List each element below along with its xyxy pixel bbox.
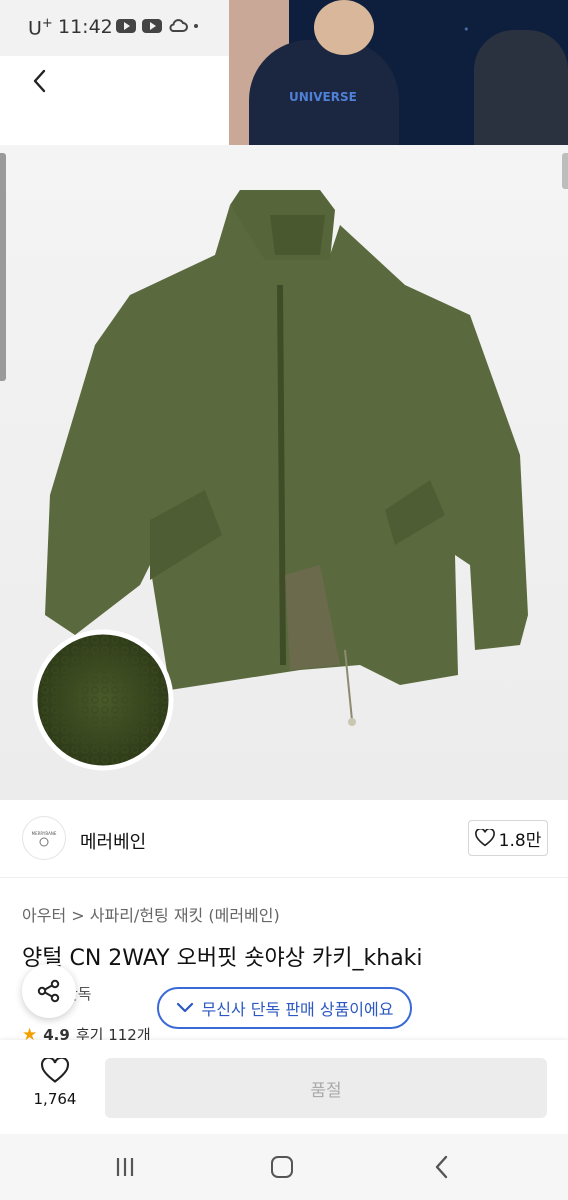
soldout-button[interactable]: 품절 xyxy=(105,1058,547,1118)
brand-crest-icon: MERRYBANE xyxy=(32,831,57,847)
pip-shirt-text: UNIVERSE xyxy=(289,90,357,104)
product-title: 양털 CN 2WAY 오버핏 숏야상 카키_khaki xyxy=(22,946,423,971)
breadcrumb-separator: > xyxy=(71,906,85,925)
share-button[interactable] xyxy=(22,964,76,1018)
heart-icon xyxy=(474,829,495,847)
right-scroll-handle[interactable] xyxy=(562,153,568,189)
left-scroll-handle[interactable] xyxy=(0,153,6,381)
brand-like-count: 1.8만 xyxy=(498,830,542,851)
youtube-icon xyxy=(142,19,162,33)
recent-apps-button[interactable] xyxy=(114,1156,136,1182)
chevron-left-icon xyxy=(33,69,46,93)
jacket-illustration xyxy=(32,190,528,771)
product-image[interactable] xyxy=(0,145,568,800)
exclusive-toast-text: 무신사 단독 판매 상품이에요 xyxy=(201,1000,394,1019)
notification-icons xyxy=(116,18,198,34)
exclusive-toast[interactable]: 무신사 단독 판매 상품이에요 xyxy=(157,987,412,1029)
purchase-bar: 1,764 품절 xyxy=(0,1040,568,1134)
share-icon xyxy=(37,979,60,1003)
cloud-icon xyxy=(169,19,188,32)
clock: 11:42 xyxy=(58,16,113,38)
breadcrumb-category[interactable]: 아우터 xyxy=(22,906,66,925)
system-nav-bar xyxy=(0,1134,568,1200)
brand-logo[interactable]: MERRYBANE xyxy=(22,816,66,860)
breadcrumb-subcategory[interactable]: 사파리/헌팅 재킷 (메러베인) xyxy=(90,906,280,925)
chevron-left-icon xyxy=(435,1155,448,1179)
wishlist-button[interactable]: 1,764 xyxy=(22,1056,88,1108)
more-dot-icon xyxy=(194,24,198,28)
recent-apps-icon xyxy=(116,1158,134,1176)
svg-text:MERRYBANE: MERRYBANE xyxy=(32,831,57,836)
breadcrumb: 아우터 > 사파리/헌팅 재킷 (메러베인) xyxy=(22,902,280,926)
carrier-label: U+ xyxy=(28,16,53,40)
system-back-button[interactable] xyxy=(432,1154,452,1184)
brand-row: MERRYBANE 메러베인 1.8만 xyxy=(0,800,568,878)
youtube-icon xyxy=(116,19,136,33)
brand-like-button[interactable]: 1.8만 xyxy=(468,820,548,856)
chevron-down-icon xyxy=(176,1002,193,1013)
pip-video[interactable]: UNIVERSE xyxy=(229,0,568,145)
wishlist-count: 1,764 xyxy=(33,1090,77,1108)
home-button[interactable] xyxy=(271,1156,293,1178)
brand-name[interactable]: 메러베인 xyxy=(80,828,146,854)
back-button[interactable] xyxy=(26,66,56,96)
heart-icon xyxy=(40,1056,70,1083)
